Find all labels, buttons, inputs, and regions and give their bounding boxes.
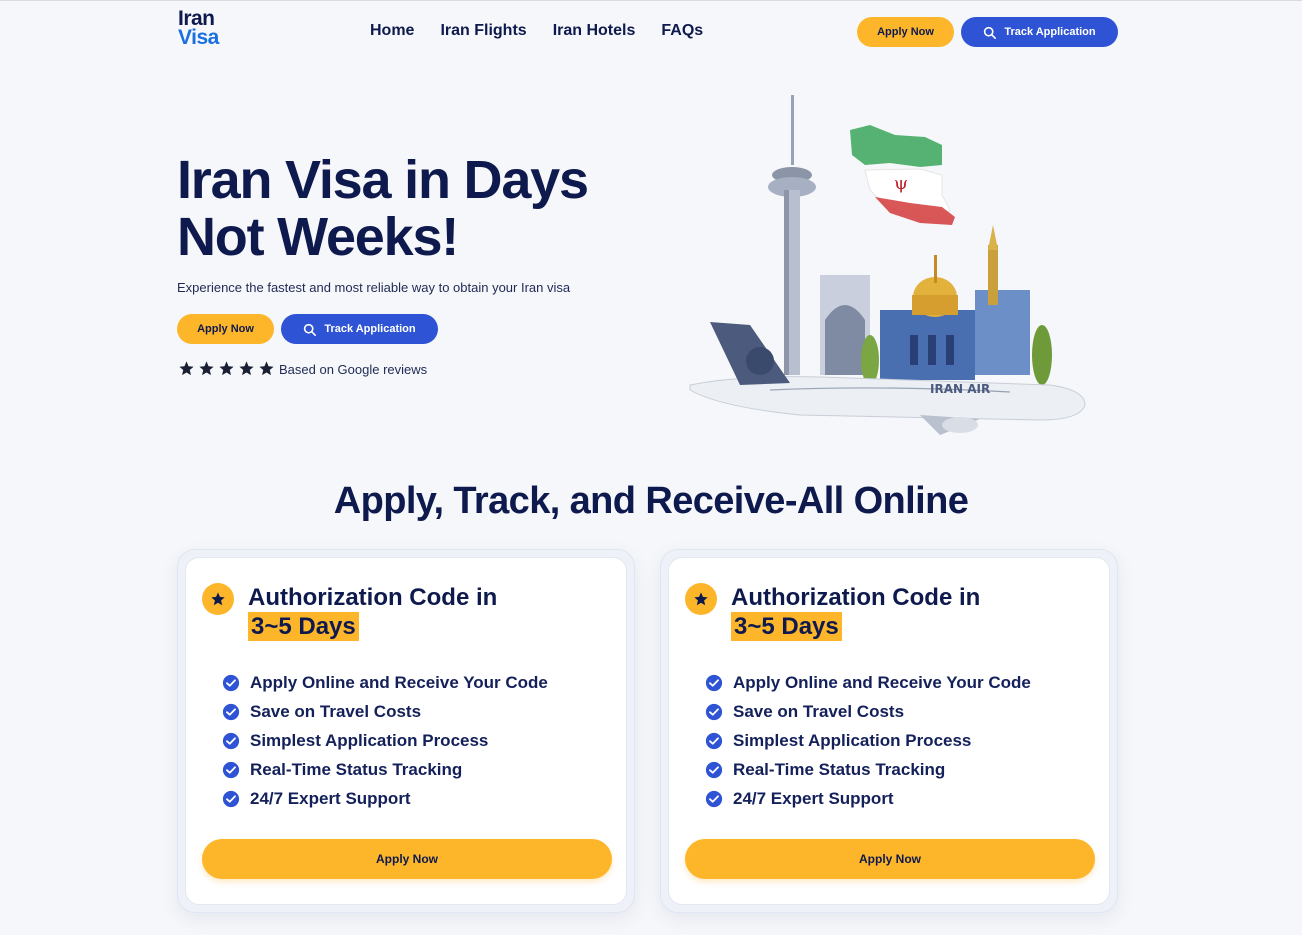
airline-label: IRAN AIR [930, 382, 990, 396]
card-apply-label: Apply Now [376, 852, 438, 866]
hero-title: Iran Visa in Days Not Weeks! [177, 152, 677, 266]
nav-iran-hotels[interactable]: Iran Hotels [553, 22, 636, 40]
rating-stars [178, 360, 275, 377]
card-apply-now-button[interactable]: Apply Now [685, 839, 1095, 879]
hero-title-line-1: Iran Visa in Days [177, 150, 589, 210]
check-circle-icon [705, 790, 723, 807]
iran-visa-logo[interactable]: Iran Visa [178, 8, 238, 49]
list-item: Save on Travel Costs [222, 697, 548, 726]
iran-map-flag-graphic: ψ [850, 125, 955, 225]
list-item: Real-Time Status Tracking [222, 755, 548, 784]
feature-label: Save on Travel Costs [733, 701, 905, 721]
star-icon [199, 361, 214, 376]
list-item: Simplest Application Process [222, 726, 548, 755]
star-icon [239, 361, 254, 376]
feature-list: Apply Online and Receive Your Code Save … [222, 668, 548, 813]
card-apply-label: Apply Now [859, 852, 921, 866]
list-item: Save on Travel Costs [705, 697, 1031, 726]
authorization-card: Authorization Code in 3~5 Days Apply Onl… [177, 549, 635, 913]
feature-label: 24/7 Expert Support [733, 788, 894, 808]
list-item: 24/7 Expert Support [222, 784, 548, 813]
check-circle-icon [705, 674, 723, 691]
feature-label: Simplest Application Process [250, 730, 489, 750]
logo-line-2: Visa [178, 26, 219, 49]
hero-track-application-button[interactable]: Track Application [281, 314, 438, 344]
nav-iran-flights[interactable]: Iran Flights [440, 22, 526, 40]
hero-apply-label: Apply Now [197, 323, 254, 335]
card-duration-highlight: 3~5 Days [248, 612, 359, 641]
check-circle-icon [222, 761, 240, 778]
header-track-application-button[interactable]: Track Application [961, 17, 1118, 47]
star-icon [179, 361, 194, 376]
svg-text:ψ: ψ [894, 173, 908, 194]
iran-landmarks-airplane-illustration: ψ IRAN AIR [689, 95, 1086, 435]
feature-label: Apply Online and Receive Your Code [250, 672, 548, 692]
list-item: Real-Time Status Tracking [705, 755, 1031, 784]
check-circle-icon [222, 790, 240, 807]
star-icon [259, 361, 274, 376]
authorization-card-inner: Authorization Code in 3~5 Days Apply Onl… [185, 557, 627, 905]
list-item: Apply Online and Receive Your Code [222, 668, 548, 697]
feature-label: Save on Travel Costs [250, 701, 422, 721]
city-landmarks [820, 225, 1052, 385]
check-circle-icon [705, 703, 723, 720]
feature-label: Real-Time Status Tracking [250, 759, 463, 779]
feature-label: Real-Time Status Tracking [733, 759, 946, 779]
check-circle-icon [705, 732, 723, 749]
feature-label: 24/7 Expert Support [250, 788, 411, 808]
milad-tower [768, 95, 816, 375]
card-title: Authorization Code in [248, 584, 498, 611]
header-track-label: Track Application [1004, 26, 1096, 38]
feature-label: Apply Online and Receive Your Code [733, 672, 1031, 692]
hero-track-label: Track Application [324, 323, 416, 335]
search-icon [984, 26, 997, 39]
main-nav: Home Iran Flights Iran Hotels FAQs [370, 22, 703, 40]
card-apply-now-button[interactable]: Apply Now [202, 839, 612, 879]
star-badge-icon [202, 583, 234, 615]
authorization-card: Authorization Code in 3~5 Days Apply Onl… [660, 549, 1118, 913]
search-icon [304, 323, 317, 336]
hero-apply-now-button[interactable]: Apply Now [177, 314, 274, 344]
hero-subtitle: Experience the fastest and most reliable… [177, 280, 571, 295]
list-item: 24/7 Expert Support [705, 784, 1031, 813]
list-item: Simplest Application Process [705, 726, 1031, 755]
header-apply-label: Apply Now [877, 26, 934, 38]
authorization-card-inner: Authorization Code in 3~5 Days Apply Onl… [668, 557, 1110, 905]
star-icon [219, 361, 234, 376]
nav-home[interactable]: Home [370, 22, 414, 40]
site-header: Iran Visa Home Iran Flights Iran Hotels … [0, 0, 1302, 64]
google-reviews-text: Based on Google reviews [279, 362, 428, 377]
list-item: Apply Online and Receive Your Code [705, 668, 1031, 697]
star-badge-icon [685, 583, 717, 615]
feature-label: Simplest Application Process [733, 730, 972, 750]
check-circle-icon [222, 674, 240, 691]
card-title: Authorization Code in [731, 584, 981, 611]
section-title: Apply, Track, and Receive-All Online [333, 480, 969, 522]
hero-title-line-2: Not Weeks! [177, 207, 459, 267]
check-circle-icon [222, 703, 240, 720]
header-apply-now-button[interactable]: Apply Now [857, 17, 954, 47]
check-circle-icon [705, 761, 723, 778]
feature-list: Apply Online and Receive Your Code Save … [705, 668, 1031, 813]
card-duration-highlight: 3~5 Days [731, 612, 842, 641]
nav-faqs[interactable]: FAQs [661, 22, 703, 40]
check-circle-icon [222, 732, 240, 749]
